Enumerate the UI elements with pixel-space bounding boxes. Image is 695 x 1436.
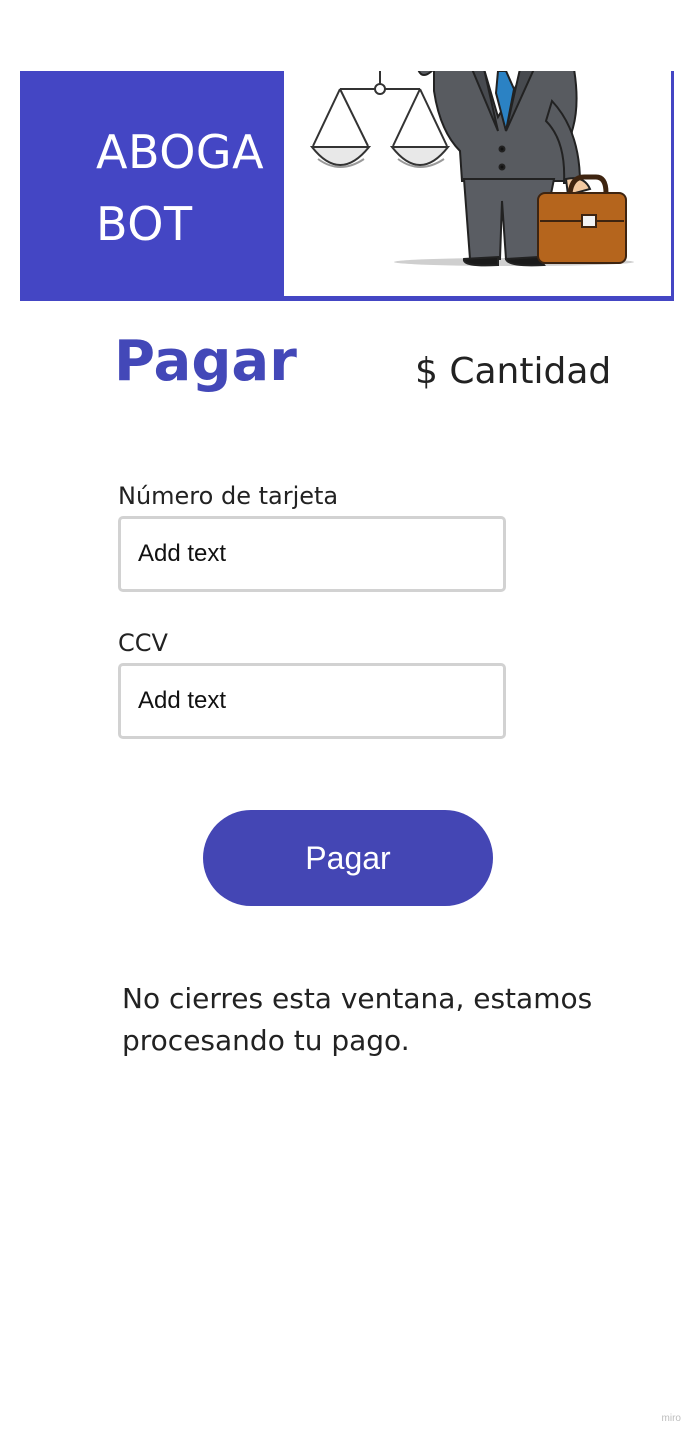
- card-number-input[interactable]: [118, 516, 506, 592]
- header-banner: ABOGA BOT: [20, 71, 674, 301]
- ccv-input[interactable]: [118, 663, 506, 739]
- lawyer-illustration: [284, 71, 674, 301]
- brand-name-line-1: ABOGA: [96, 125, 265, 179]
- amount-label: $ Cantidad: [415, 351, 612, 392]
- page-title: Pagar: [114, 329, 297, 394]
- pay-button[interactable]: Pagar: [203, 810, 493, 906]
- miro-watermark: miro: [661, 1413, 681, 1424]
- processing-notice: No cierres esta ventana, estamos procesa…: [122, 982, 593, 1057]
- scales-icon: [309, 71, 451, 168]
- ccv-label: CCV: [118, 629, 168, 657]
- brand-logo-box: ABOGA BOT: [20, 71, 284, 301]
- brand-name-line-2: BOT: [96, 197, 193, 251]
- lawyer-illustration-graphic: [309, 71, 634, 267]
- card-number-label: Número de tarjeta: [118, 482, 339, 510]
